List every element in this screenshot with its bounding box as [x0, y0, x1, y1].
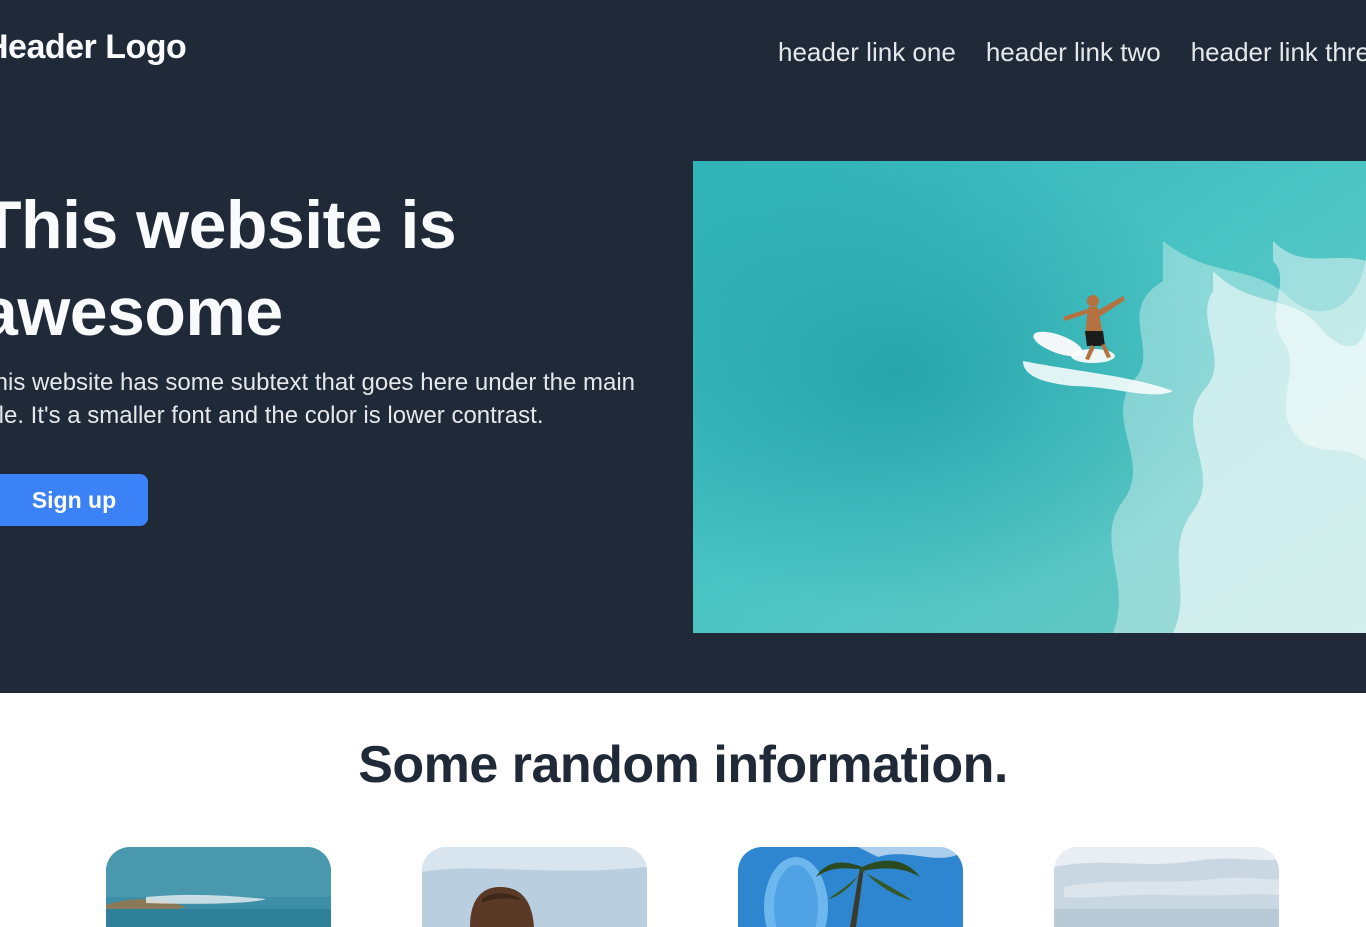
header-nav: header link one header link two header l…	[778, 37, 1366, 68]
card-image-sky	[1054, 847, 1279, 927]
header-link-two[interactable]: header link two	[986, 37, 1161, 68]
header-link-one[interactable]: header link one	[778, 37, 956, 68]
hero-section: Header Logo header link one header link …	[0, 0, 1366, 693]
card-image-beach	[106, 847, 331, 927]
header-link-three[interactable]: header link three	[1191, 37, 1366, 68]
section-title: Some random information.	[358, 736, 1008, 794]
card-image-person	[422, 847, 647, 927]
hero-title: This website is awesome	[0, 187, 457, 350]
card-image-surfboard	[738, 847, 963, 927]
hero-surfer-image	[693, 161, 1366, 633]
signup-button[interactable]: Sign up	[0, 474, 148, 526]
header-logo[interactable]: Header Logo	[0, 28, 187, 67]
hero-subtext: This website has some subtext that goes …	[0, 369, 636, 429]
hero-text-block: This website is awesome This website has…	[0, 182, 670, 432]
